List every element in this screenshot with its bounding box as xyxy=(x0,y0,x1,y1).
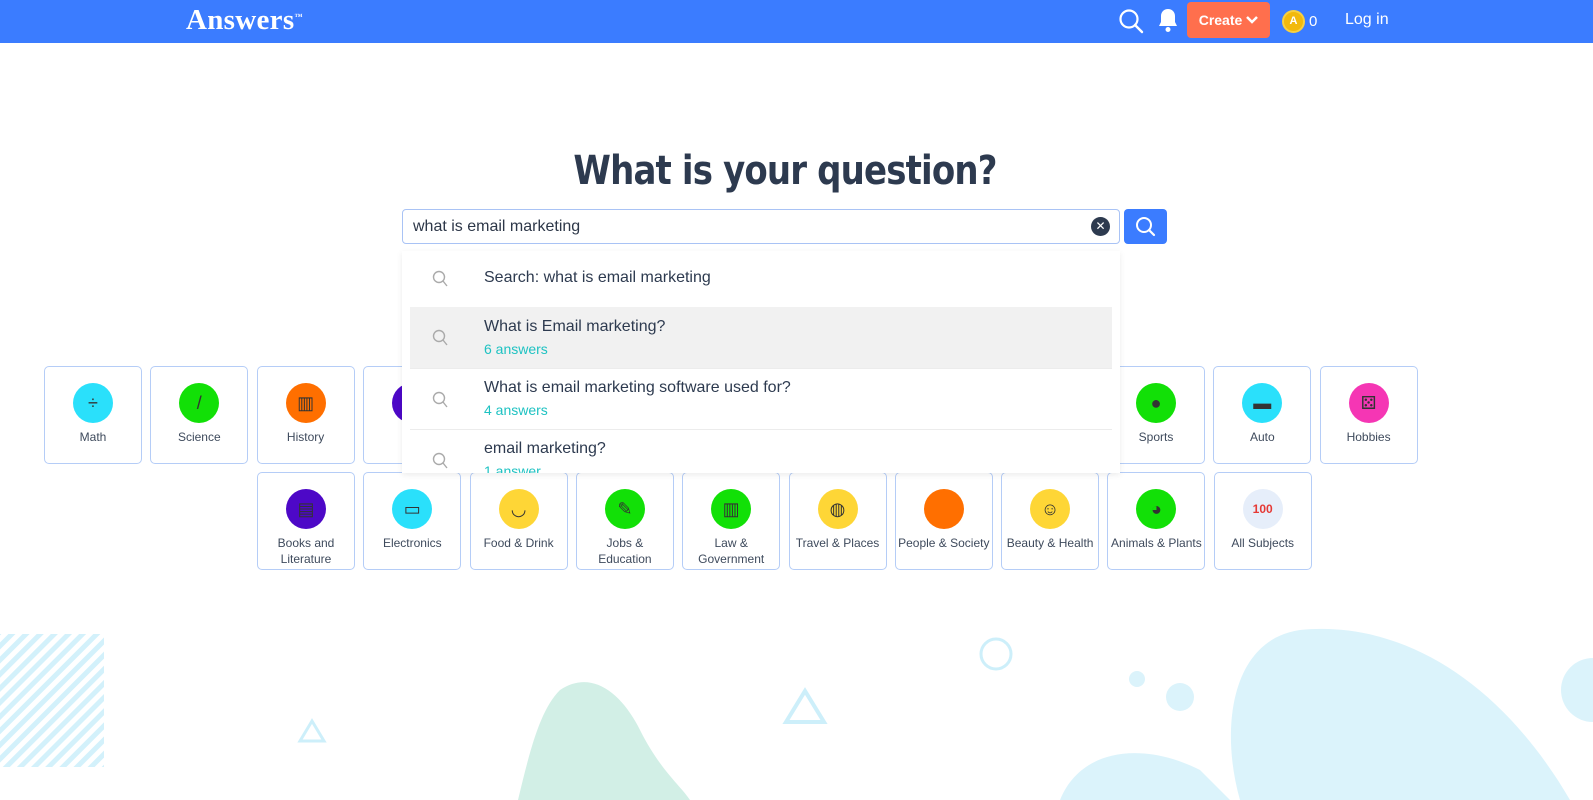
category-card-food-drink[interactable]: ◡ Food & Drink xyxy=(469,472,568,570)
suggestion-text: What is email marketing software used fo… xyxy=(484,379,791,396)
globe-icon: ◍ xyxy=(817,489,858,529)
page-title: What is your question? xyxy=(573,148,997,194)
category-label: Hobbies xyxy=(1346,430,1391,444)
search-icon xyxy=(432,452,448,469)
category-card-history[interactable]: ▥ History xyxy=(256,366,355,464)
books-icon: ▤ xyxy=(286,489,326,529)
test-tube-icon: / xyxy=(179,383,220,423)
answers-logo[interactable]: Answers™ xyxy=(186,4,303,37)
category-label: Sports xyxy=(1138,430,1174,444)
category-label: Jobs & Education xyxy=(598,536,652,566)
question-search-input[interactable]: what is email marketing xyxy=(402,209,1120,244)
category-card-travel-places[interactable]: ◍ Travel & Places xyxy=(788,472,887,570)
dice-icon: ⚄ xyxy=(1348,383,1389,423)
woman-icon: ☺ xyxy=(1030,489,1071,529)
classical-building-icon: ▥ xyxy=(711,489,752,529)
category-card-books-and-literature[interactable]: ▤ Books and Literature xyxy=(257,472,355,570)
category-label: Law & Government xyxy=(698,536,765,566)
memo-icon: ✎ xyxy=(604,489,645,529)
divide-icon: ÷ xyxy=(73,383,113,423)
search-suggestion-row[interactable]: Search: what is email marketing xyxy=(410,251,1112,307)
search-icon[interactable] xyxy=(1118,8,1144,34)
suggestion-item[interactable]: What is email marketing software used fo… xyxy=(410,369,1112,430)
category-label: People & Society xyxy=(898,536,990,550)
suggestion-item[interactable]: email marketing? 1 answer xyxy=(410,430,1112,473)
answer-count: 4 answers xyxy=(484,402,548,418)
hundred-icon: 100 xyxy=(1242,489,1283,529)
category-card-beauty-health[interactable]: ☺ Beauty & Health xyxy=(1001,472,1100,570)
clear-search-button[interactable]: ✕ xyxy=(1091,217,1110,236)
search-submit-button[interactable] xyxy=(1124,209,1167,244)
category-label: Math xyxy=(79,430,107,444)
chevron-down-icon xyxy=(1246,16,1259,24)
coin-count: 0 xyxy=(1309,13,1318,30)
search-icon xyxy=(1136,217,1156,237)
background-decoration xyxy=(0,628,1593,800)
dog-icon: ◕ xyxy=(1136,489,1177,529)
category-card-auto[interactable]: ▬ Auto xyxy=(1213,366,1312,464)
people-icon xyxy=(923,489,964,529)
answer-count: 1 answer xyxy=(484,463,541,473)
search-icon xyxy=(432,270,448,287)
category-card-animals-plants[interactable]: ◕ Animals & Plants xyxy=(1107,472,1206,570)
category-label: Food & Drink xyxy=(483,536,554,550)
category-card-people-society[interactable]: People & Society xyxy=(894,472,993,570)
category-card-sports[interactable]: ● Sports xyxy=(1107,366,1205,464)
category-card-math[interactable]: ÷ Math xyxy=(44,366,142,464)
category-card-hobbies[interactable]: ⚄ Hobbies xyxy=(1319,366,1418,464)
suggestion-text: Search: what is email marketing xyxy=(484,269,711,286)
create-button[interactable]: Create xyxy=(1187,2,1270,38)
category-label: Books and Literature xyxy=(277,536,335,566)
bowl-icon: ◡ xyxy=(498,489,539,529)
car-icon: ▬ xyxy=(1242,383,1283,423)
suggestion-item[interactable]: What is Email marketing? 6 answers xyxy=(410,307,1112,369)
category-label: All Subjects xyxy=(1231,536,1295,550)
laptop-icon: ▭ xyxy=(392,489,433,529)
category-label: Electronics xyxy=(382,536,442,550)
category-card-science[interactable]: / Science xyxy=(150,366,249,464)
search-icon xyxy=(432,329,448,346)
category-label: Travel & Places xyxy=(795,536,880,550)
search-icon xyxy=(432,391,448,408)
category-label: Beauty & Health xyxy=(1006,536,1094,550)
category-label: Auto xyxy=(1249,430,1275,444)
category-card-all-subjects[interactable]: 100 All Subjects xyxy=(1213,472,1312,570)
suggestion-text: email marketing? xyxy=(484,440,606,457)
category-label: Science xyxy=(177,430,221,444)
suggestion-text: What is Email marketing? xyxy=(484,318,666,335)
soccer-ball-icon: ● xyxy=(1136,383,1176,423)
category-label: History xyxy=(286,430,325,444)
coin-icon: A xyxy=(1282,10,1305,33)
login-link[interactable]: Log in xyxy=(1345,11,1389,29)
bell-icon[interactable] xyxy=(1156,7,1180,33)
answer-count: 6 answers xyxy=(484,341,548,357)
category-card-electronics[interactable]: ▭ Electronics xyxy=(363,472,462,570)
classical-building-icon: ▥ xyxy=(285,383,326,423)
category-card-jobs-education[interactable]: ✎ Jobs & Education xyxy=(575,472,674,570)
top-nav-bar: Answers™ Create A 0 Log in xyxy=(0,0,1593,43)
category-card-law-government[interactable]: ▥ Law & Government xyxy=(682,472,781,570)
category-label: Animals & Plants xyxy=(1111,536,1202,550)
search-suggestions-dropdown: Search: what is email marketing What is … xyxy=(402,251,1120,473)
